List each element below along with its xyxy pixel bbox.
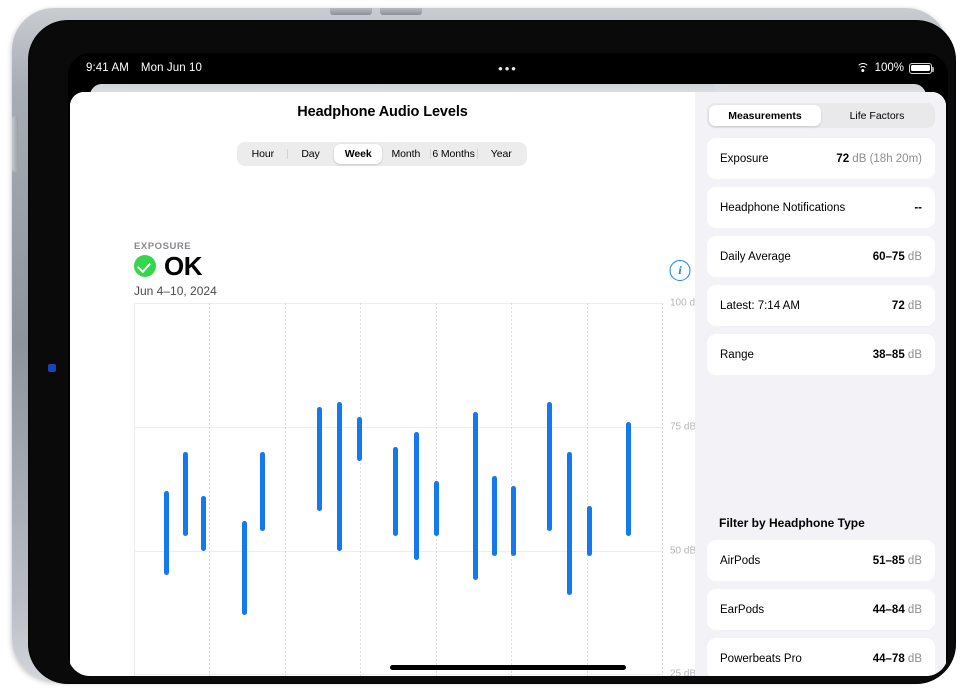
filter-section-title: Filter by Headphone Type xyxy=(719,516,865,530)
chart-range-bar[interactable] xyxy=(587,506,592,556)
measurement-label: Range xyxy=(720,348,754,361)
chart-range-bar[interactable] xyxy=(626,421,631,536)
chart-gridline-v xyxy=(284,303,286,676)
status-date: Mon Jun 10 xyxy=(140,62,203,74)
status-time: 9:41 AM xyxy=(86,62,129,74)
measurement-value: 60–75 dB xyxy=(872,250,922,263)
headphone-type-row[interactable]: AirPods 51–85 dB xyxy=(707,540,935,581)
detail-sheet: Headphone Audio Levels Hour Day Week Mon… xyxy=(70,92,946,676)
range-option-week[interactable]: Week xyxy=(334,144,383,164)
chart-range-bar[interactable] xyxy=(337,402,342,551)
chart-range-bar[interactable] xyxy=(242,520,247,615)
chart-range-bar[interactable] xyxy=(547,402,552,531)
headphone-type-row[interactable]: EarPods 44–84 dB xyxy=(707,589,935,630)
headphone-type-label: Powerbeats Pro xyxy=(720,652,802,665)
headphone-type-value: 51–85 dB xyxy=(872,554,922,567)
chart-gridline-h xyxy=(134,550,662,552)
nav-bar: Headphone Audio Levels xyxy=(70,92,695,134)
measurement-row[interactable]: Exposure 72 dB (18h 20m) xyxy=(707,138,935,179)
chart-gridline-h xyxy=(134,674,662,676)
measurement-label: Exposure xyxy=(720,152,769,165)
power-button[interactable] xyxy=(12,116,18,172)
range-segmented-control[interactable]: Hour Day Week Month 6 Months Year xyxy=(237,142,527,166)
range-option-month[interactable]: Month xyxy=(382,144,430,164)
headphone-type-value: 44–78 dB xyxy=(872,652,922,665)
wifi-icon xyxy=(856,62,870,74)
panel-segmented-control[interactable]: Measurements Life Factors xyxy=(707,103,935,128)
volume-down-button[interactable] xyxy=(380,8,422,15)
chart-pane: Headphone Audio Levels Hour Day Week Mon… xyxy=(70,92,702,676)
measurement-value: 72 dB (18h 20m) xyxy=(836,152,922,165)
measurement-value: -- xyxy=(914,201,922,214)
headphone-type-value: 44–84 dB xyxy=(872,603,922,616)
range-option-hour[interactable]: Hour xyxy=(239,144,287,164)
chart-y-tick-label: 75 dB xyxy=(670,421,697,433)
headphone-type-label: AirPods xyxy=(720,554,761,567)
chart-gridline-h xyxy=(134,426,662,428)
battery-icon xyxy=(909,62,935,74)
measurement-row[interactable]: Latest: 7:14 AM 72 dB xyxy=(707,285,935,326)
exposure-status: OK xyxy=(164,251,203,281)
headphone-type-label: EarPods xyxy=(720,603,765,616)
status-bar-right: 100% xyxy=(856,62,935,74)
measurement-value: 72 dB xyxy=(891,299,922,312)
audio-levels-chart[interactable]: 100 dB75 dB50 dB25 dBTueWedThuFriSatSunM… xyxy=(134,298,702,676)
chart-gridline-v xyxy=(586,303,588,676)
chart-range-bar[interactable] xyxy=(492,476,497,556)
status-bar: 9:41 AM Mon Jun 10 ••• 100% xyxy=(68,53,948,83)
check-circle-icon xyxy=(134,255,156,277)
volume-up-button[interactable] xyxy=(330,8,372,15)
chart-plot-area: 100 dB75 dB50 dB25 dBTueWedThuFriSatSunM… xyxy=(134,298,702,676)
range-option-6months[interactable]: 6 Months xyxy=(429,144,478,164)
battery-percent: 100% xyxy=(874,62,904,74)
chart-range-bar[interactable] xyxy=(201,496,206,551)
measurement-label: Latest: 7:14 AM xyxy=(720,299,800,312)
info-circle-icon[interactable]: i xyxy=(669,260,691,281)
tab-life-factors[interactable]: Life Factors xyxy=(821,105,933,126)
multitask-dots-icon[interactable]: ••• xyxy=(498,61,518,76)
measurement-value: 38–85 dB xyxy=(872,348,922,361)
chart-range-bar[interactable] xyxy=(434,481,439,536)
chart-range-bar[interactable] xyxy=(473,411,478,581)
home-indicator[interactable] xyxy=(390,665,626,670)
exposure-status-row: OK xyxy=(134,251,203,281)
chart-gridline-v xyxy=(209,303,211,676)
chart-gridline-h xyxy=(134,303,662,304)
bezel-speck xyxy=(48,364,56,372)
chart-y-tick-label: 50 dB xyxy=(670,545,697,557)
ipad-device-frame: 9:41 AM Mon Jun 10 ••• 100% Headphone Au… xyxy=(12,8,956,684)
page-title: Headphone Audio Levels xyxy=(297,104,468,120)
screenshot-root: 9:41 AM Mon Jun 10 ••• 100% Headphone Au… xyxy=(0,0,960,692)
measurement-row[interactable]: Headphone Notifications -- xyxy=(707,187,935,228)
chart-gridline-v xyxy=(360,303,362,676)
chart-range-bar[interactable] xyxy=(567,451,572,596)
chart-range-bar[interactable] xyxy=(511,486,516,556)
tab-measurements[interactable]: Measurements xyxy=(709,105,821,126)
chart-gridline-v xyxy=(134,303,135,676)
measurement-row[interactable]: Daily Average 60–75 dB xyxy=(707,236,935,277)
chart-range-bar[interactable] xyxy=(260,451,265,531)
range-option-day[interactable]: Day xyxy=(286,144,335,164)
status-bar-left: 9:41 AM Mon Jun 10 xyxy=(86,62,202,74)
range-option-year[interactable]: Year xyxy=(477,144,525,164)
chart-range-bar[interactable] xyxy=(357,416,362,462)
device-screen: 9:41 AM Mon Jun 10 ••• 100% Headphone Au… xyxy=(68,53,948,676)
headphone-type-row[interactable]: Powerbeats Pro 44–78 dB xyxy=(707,638,935,676)
chart-y-tick-label: 25 dB xyxy=(670,668,697,676)
chart-range-bar[interactable] xyxy=(183,451,188,536)
device-bezel: 9:41 AM Mon Jun 10 ••• 100% Headphone Au… xyxy=(28,20,956,684)
measurement-label: Headphone Notifications xyxy=(720,201,846,214)
measurements-pane: Done Measurements Life Factors Exposure7… xyxy=(695,92,946,676)
chart-range-bar[interactable] xyxy=(414,431,419,561)
chart-range-bar[interactable] xyxy=(317,406,322,511)
chart-gridline-v xyxy=(662,303,663,676)
measurement-label: Daily Average xyxy=(720,250,791,263)
measurement-row[interactable]: Range 38–85 dB xyxy=(707,334,935,375)
chart-range-bar[interactable] xyxy=(164,491,169,576)
chart-range-bar[interactable] xyxy=(393,446,398,536)
exposure-date-range: Jun 4–10, 2024 xyxy=(134,284,217,298)
